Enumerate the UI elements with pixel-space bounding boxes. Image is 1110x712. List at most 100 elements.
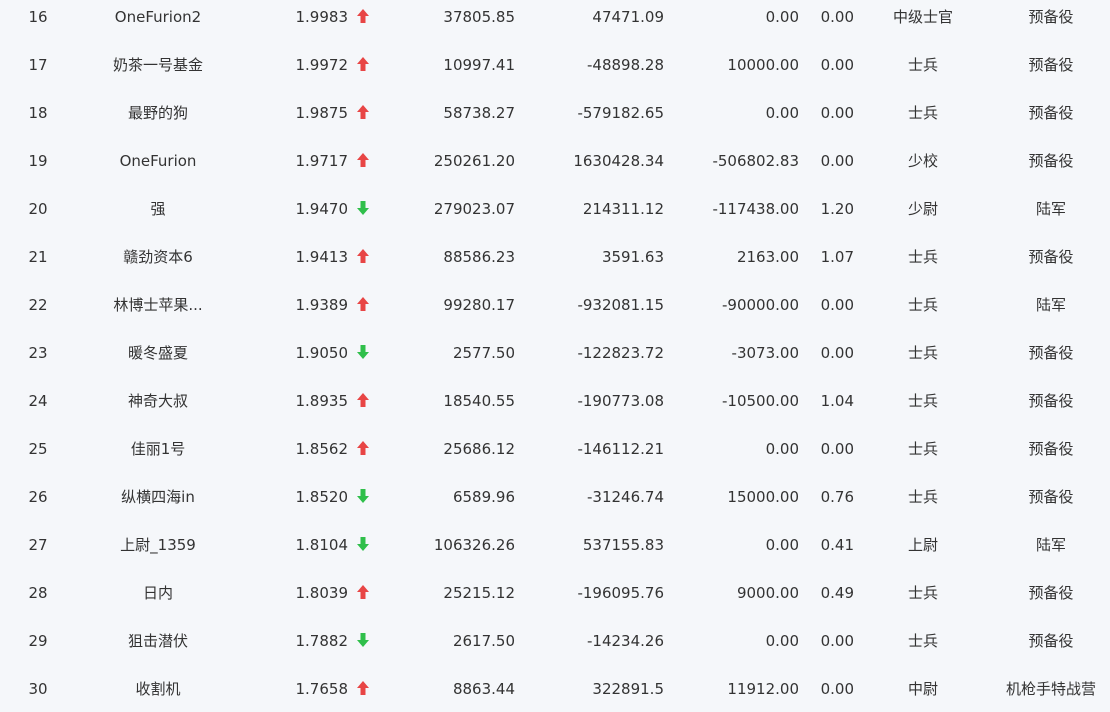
table-row[interactable]: 18 最野的狗 1.9875 58738.27 -579182.65 0.00 0.00 士兵…	[0, 96, 1110, 144]
arrow-down-icon	[356, 200, 370, 216]
arrow-down-icon	[356, 488, 370, 504]
table-row[interactable]: 16 OneFurion2 1.9983 37805.85 47471.09 0.00 0.…	[0, 0, 1110, 48]
value1-cell: 18540.55	[443, 392, 515, 410]
name-cell: 神奇大叔	[127, 392, 188, 410]
trend-cell	[356, 672, 378, 712]
rank-title-cell: 中尉	[907, 680, 938, 698]
value2-cell: -146112.21	[577, 440, 664, 458]
value1-cell: 10997.41	[443, 56, 515, 74]
name-cell: 纵横四海in	[121, 488, 195, 506]
value4-cell: 0.76	[820, 488, 854, 506]
arrow-up-icon	[356, 440, 370, 456]
name-cell: 林博士苹果...	[113, 296, 203, 314]
table-row[interactable]: 25 佳丽1号 1.8562 25686.12 -146112.21 0.00 0.00 士兵…	[0, 432, 1110, 480]
rank-cell: 22	[28, 296, 48, 314]
value1-cell: 279023.07	[433, 200, 515, 218]
score-cell: 1.8104	[295, 536, 349, 554]
value4-cell: 0.49	[820, 584, 854, 602]
value3-cell: 10000.00	[727, 56, 799, 74]
value4-cell: 1.20	[820, 200, 854, 218]
table-row[interactable]: 19 OneFurion 1.9717 250261.20 1630428.34 -506…	[0, 144, 1110, 192]
rank-cell: 19	[28, 152, 48, 170]
value3-cell: -90000.00	[722, 296, 799, 314]
unit-cell: 预备役	[1028, 8, 1074, 26]
trend-cell	[356, 528, 378, 576]
rank-title-cell: 士兵	[907, 344, 938, 362]
table-row[interactable]: 26 纵横四海in 1.8520 6589.96 -31246.74 15000.00 0.…	[0, 480, 1110, 528]
trend-cell	[356, 576, 378, 624]
table-row[interactable]: 30 收割机 1.7658 8863.44 322891.5 11912.00 0.00 中尉…	[0, 672, 1110, 712]
value4-cell: 0.00	[820, 56, 854, 74]
table-row[interactable]: 28 日内 1.8039 25215.12 -196095.76 9000.00 0.49 士…	[0, 576, 1110, 624]
score-cell: 1.8935	[295, 392, 349, 410]
trend-cell	[356, 192, 378, 240]
table-row[interactable]: 22 林博士苹果... 1.9389 99280.17 -932081.15 -90000…	[0, 288, 1110, 336]
trend-cell	[356, 48, 378, 96]
rank-cell: 25	[28, 440, 48, 458]
rank-title-cell: 少校	[907, 152, 938, 170]
trend-cell	[356, 240, 378, 288]
arrow-up-icon	[356, 104, 370, 120]
trend-cell	[356, 384, 378, 432]
value3-cell: 0.00	[765, 536, 799, 554]
value3-cell: -3073.00	[731, 344, 799, 362]
table-row[interactable]: 27 上尉_1359 1.8104 106326.26 537155.83 0.00 0.4…	[0, 528, 1110, 576]
unit-cell: 预备役	[1028, 440, 1074, 458]
score-cell: 1.9413	[295, 248, 349, 266]
arrow-up-icon	[356, 56, 370, 72]
value2-cell: -31246.74	[587, 488, 664, 506]
score-cell: 1.8562	[295, 440, 349, 458]
table-row[interactable]: 21 赣劲资本6 1.9413 88586.23 3591.63 2163.00 1.07 士…	[0, 240, 1110, 288]
rank-cell: 17	[28, 56, 48, 74]
score-cell: 1.7882	[295, 632, 349, 650]
name-cell: 上尉_1359	[120, 536, 196, 554]
name-cell: 最野的狗	[127, 104, 188, 122]
table-row[interactable]: 20 强 1.9470 279023.07 214311.12 -117438.00 1.2…	[0, 192, 1110, 240]
arrow-up-icon	[356, 296, 370, 312]
value4-cell: 0.41	[820, 536, 854, 554]
arrow-up-icon	[356, 392, 370, 408]
table-row[interactable]: 23 暖冬盛夏 1.9050 2577.50 -122823.72 -3073.00 0.0…	[0, 336, 1110, 384]
rank-cell: 24	[28, 392, 48, 410]
table-row[interactable]: 17 奶茶一号基金 1.9972 10997.41 -48898.28 10000.00 0…	[0, 48, 1110, 96]
arrow-up-icon	[356, 584, 370, 600]
value3-cell: 2163.00	[736, 248, 799, 266]
rank-title-cell: 士兵	[907, 296, 938, 314]
table-row[interactable]: 24 神奇大叔 1.8935 18540.55 -190773.08 -10500.00 1…	[0, 384, 1110, 432]
arrow-down-icon	[356, 536, 370, 552]
name-cell: OneFurion	[119, 152, 197, 170]
rank-title-cell: 士兵	[907, 488, 938, 506]
rank-cell: 27	[28, 536, 48, 554]
name-cell: 奶茶一号基金	[112, 56, 203, 74]
name-cell: 收割机	[135, 680, 181, 698]
value1-cell: 37805.85	[443, 8, 515, 26]
ranking-table: 16 OneFurion2 1.9983 37805.85 47471.09 0.00 0.…	[0, 0, 1110, 712]
value1-cell: 2577.50	[452, 344, 515, 362]
trend-cell	[356, 288, 378, 336]
value2-cell: 214311.12	[582, 200, 664, 218]
trend-cell	[356, 480, 378, 528]
arrow-down-icon	[356, 632, 370, 648]
score-cell: 1.9972	[295, 56, 349, 74]
value1-cell: 8863.44	[452, 680, 515, 698]
value2-cell: 1630428.34	[573, 152, 664, 170]
value2-cell: -190773.08	[577, 392, 664, 410]
table-row[interactable]: 29 狙击潜伏 1.7882 2617.50 -14234.26 0.00 0.00 士兵 预备…	[0, 624, 1110, 672]
trend-cell	[356, 96, 378, 144]
rank-title-cell: 少尉	[907, 200, 938, 218]
rank-cell: 30	[28, 680, 48, 698]
rank-title-cell: 上尉	[907, 536, 938, 554]
name-cell: 日内	[142, 584, 173, 602]
rank-title-cell: 士兵	[907, 584, 938, 602]
rank-cell: 23	[28, 344, 48, 362]
unit-cell: 预备役	[1028, 152, 1074, 170]
rank-cell: 21	[28, 248, 48, 266]
score-cell: 1.9717	[295, 152, 349, 170]
value4-cell: 0.00	[820, 680, 854, 698]
score-cell: 1.9389	[295, 296, 349, 314]
trend-cell	[356, 0, 378, 48]
rank-cell: 26	[28, 488, 48, 506]
value1-cell: 88586.23	[443, 248, 515, 266]
score-cell: 1.8039	[295, 584, 349, 602]
value3-cell: 0.00	[765, 632, 799, 650]
